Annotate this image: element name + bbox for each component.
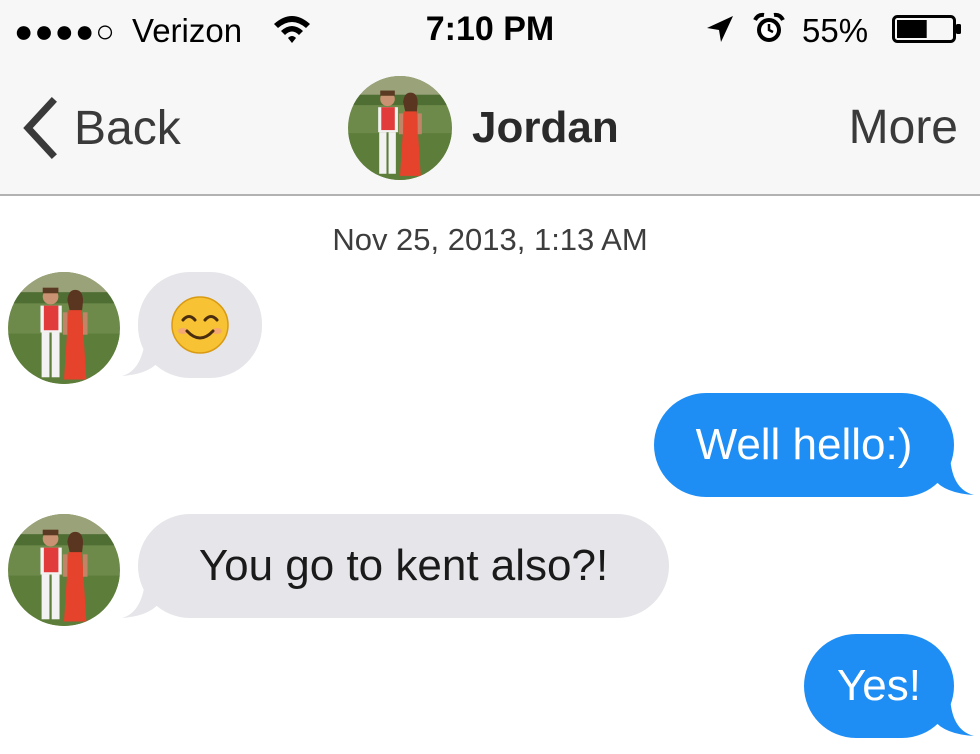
avatar (348, 76, 452, 180)
alarm-clock-icon (753, 12, 785, 42)
bubble-body: Well hello:) (654, 393, 954, 497)
back-button-label: Back (74, 101, 181, 155)
more-button[interactable]: More (849, 100, 958, 155)
battery-percent: 55% (802, 12, 869, 49)
conversation-timestamp: Nov 25, 2013, 1:13 AM (332, 222, 648, 257)
bubble-body: 😊 (138, 272, 262, 378)
message-text: Well hello:) (695, 420, 913, 469)
status-bar: ●●●●○ Verizon 7:10 PM 55% (0, 0, 980, 60)
message-bubble-outgoing[interactable]: Well hello:) (654, 393, 976, 501)
navigation-bar: Back Jordan More (0, 60, 980, 196)
chevron-left-icon (23, 97, 57, 159)
smiling-face-emoji (171, 296, 229, 354)
bubble-body: You go to kent also?! (138, 514, 669, 618)
location-arrow-icon (707, 16, 733, 42)
battery-icon (892, 15, 961, 43)
message-text: You go to kent also?! (198, 541, 609, 590)
message-text: Yes! (836, 661, 921, 710)
message-bubble-outgoing[interactable]: Yes! (804, 634, 976, 742)
avatar (8, 272, 120, 384)
contact-name: Jordan (472, 103, 619, 152)
contact-header[interactable]: Jordan (348, 76, 619, 180)
avatar (8, 514, 120, 626)
message-bubble-incoming[interactable]: 😊 (120, 270, 265, 382)
back-button[interactable]: Back (18, 96, 181, 160)
message-bubble-incoming[interactable]: You go to kent also?! (120, 512, 672, 622)
bubble-body: Yes! (804, 634, 954, 738)
